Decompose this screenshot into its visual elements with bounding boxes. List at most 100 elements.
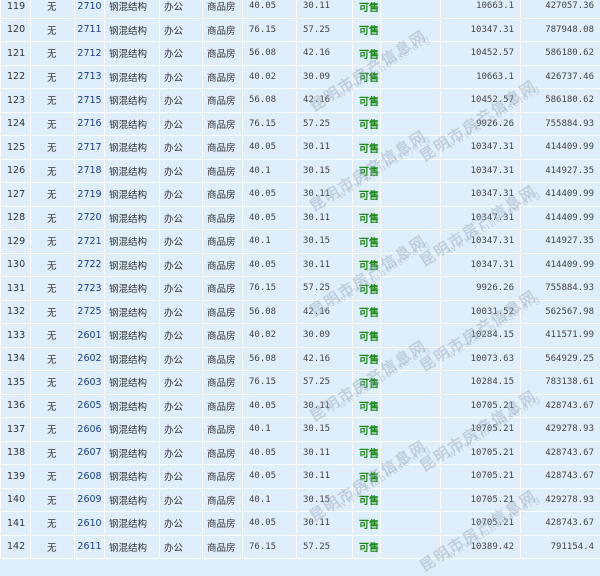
use-cell: 办公 <box>160 324 203 348</box>
room-cell: 2725 <box>75 300 105 324</box>
build-area-cell: 40.05 <box>243 136 297 160</box>
use-cell: 办公 <box>160 253 203 277</box>
inner-area-cell: 30.11 <box>297 394 353 418</box>
room-number-link[interactable]: 2722 <box>77 259 101 270</box>
room-cell: 2713 <box>75 65 105 89</box>
structure-cell: 钢混结构 <box>105 347 160 371</box>
seq-cell: 142 <box>1 535 31 559</box>
room-number-link[interactable]: 2605 <box>77 400 101 411</box>
room-number-link[interactable]: 2602 <box>77 353 101 364</box>
house-type-cell: 商品房 <box>203 324 243 348</box>
room-number-link[interactable]: 2611 <box>77 541 101 552</box>
sale-status-cell: 可售 <box>353 136 381 160</box>
house-type-cell: 商品房 <box>203 300 243 324</box>
room-number-link[interactable]: 2721 <box>77 236 101 247</box>
build-area-cell: 40.1 <box>243 230 297 254</box>
unit-price-cell: 10347.31 <box>441 159 521 183</box>
house-type-cell: 商品房 <box>203 488 243 512</box>
use-cell: 办公 <box>160 441 203 465</box>
room-number-link[interactable]: 2725 <box>77 306 101 317</box>
table-row: 121无2712钢混结构办公商品房56.0842.16可售10452.57586… <box>1 42 600 66</box>
structure-cell: 钢混结构 <box>105 441 160 465</box>
seq-cell: 135 <box>1 371 31 395</box>
room-number-link[interactable]: 2717 <box>77 142 101 153</box>
house-type-cell: 商品房 <box>203 253 243 277</box>
room-number-link[interactable]: 2713 <box>77 71 101 82</box>
sale-status-cell: 可售 <box>353 347 381 371</box>
house-type-cell: 商品房 <box>203 371 243 395</box>
room-number-link[interactable]: 2712 <box>77 48 101 59</box>
room-number-link[interactable]: 2719 <box>77 189 101 200</box>
use-cell: 办公 <box>160 300 203 324</box>
table-row: 119无2710钢混结构办公商品房40.0530.11可售10663.14270… <box>1 0 600 18</box>
build-area-cell: 56.08 <box>243 42 297 66</box>
room-number-link[interactable]: 2718 <box>77 165 101 176</box>
structure-cell: 钢混结构 <box>105 488 160 512</box>
seq-cell: 131 <box>1 277 31 301</box>
layer-cell: 无 <box>31 512 75 536</box>
structure-cell: 钢混结构 <box>105 371 160 395</box>
layer-cell: 无 <box>31 253 75 277</box>
room-cell: 2719 <box>75 183 105 207</box>
room-number-link[interactable]: 2710 <box>77 1 101 12</box>
build-area-cell: 40.05 <box>243 206 297 230</box>
house-type-cell: 商品房 <box>203 0 243 18</box>
house-type-cell: 商品房 <box>203 394 243 418</box>
room-number-link[interactable]: 2608 <box>77 471 101 482</box>
room-number-link[interactable]: 2715 <box>77 95 101 106</box>
room-number-link[interactable]: 2610 <box>77 518 101 529</box>
seq-cell: 136 <box>1 394 31 418</box>
layer-cell: 无 <box>31 300 75 324</box>
house-type-cell: 商品房 <box>203 277 243 301</box>
seq-cell: 127 <box>1 183 31 207</box>
unit-price-cell: 10452.57 <box>441 42 521 66</box>
room-number-link[interactable]: 2609 <box>77 494 101 505</box>
table-row: 139无2608钢混结构办公商品房40.0530.11可售10705.21428… <box>1 465 600 489</box>
seq-cell: 139 <box>1 465 31 489</box>
inner-area-cell: 30.09 <box>297 65 353 89</box>
room-cell: 2717 <box>75 136 105 160</box>
sale-status-cell: 可售 <box>353 206 381 230</box>
room-number-link[interactable]: 2720 <box>77 212 101 223</box>
sale-status-cell: 可售 <box>353 18 381 42</box>
room-number-link[interactable]: 2607 <box>77 447 101 458</box>
layer-cell: 无 <box>31 441 75 465</box>
layer-cell: 无 <box>31 347 75 371</box>
seq-cell: 129 <box>1 230 31 254</box>
table-row: 126无2718钢混结构办公商品房40.130.15可售10347.314149… <box>1 159 600 183</box>
room-cell: 2602 <box>75 347 105 371</box>
inner-area-cell: 30.15 <box>297 159 353 183</box>
blank-cell <box>381 394 441 418</box>
room-list-table: 119无2710钢混结构办公商品房40.0530.11可售10663.14270… <box>0 0 600 559</box>
total-price-cell: 414409.99 <box>521 136 600 160</box>
layer-cell: 无 <box>31 136 75 160</box>
seq-cell: 130 <box>1 253 31 277</box>
layer-cell: 无 <box>31 42 75 66</box>
seq-cell: 134 <box>1 347 31 371</box>
structure-cell: 钢混结构 <box>105 512 160 536</box>
room-number-link[interactable]: 2723 <box>77 283 101 294</box>
layer-cell: 无 <box>31 159 75 183</box>
sale-status-cell: 可售 <box>353 89 381 113</box>
layer-cell: 无 <box>31 206 75 230</box>
sale-status-cell: 可售 <box>353 159 381 183</box>
table-row: 133无2601钢混结构办公商品房40.0230.09可售10284.15411… <box>1 324 600 348</box>
blank-cell <box>381 418 441 442</box>
structure-cell: 钢混结构 <box>105 535 160 559</box>
build-area-cell: 40.02 <box>243 324 297 348</box>
layer-cell: 无 <box>31 230 75 254</box>
inner-area-cell: 42.16 <box>297 42 353 66</box>
sale-status-cell: 可售 <box>353 535 381 559</box>
room-number-link[interactable]: 2716 <box>77 118 101 129</box>
build-area-cell: 40.05 <box>243 0 297 18</box>
room-number-link[interactable]: 2711 <box>77 24 101 35</box>
room-number-link[interactable]: 2603 <box>77 377 101 388</box>
room-number-link[interactable]: 2601 <box>77 330 101 341</box>
house-type-cell: 商品房 <box>203 347 243 371</box>
seq-cell: 124 <box>1 112 31 136</box>
inner-area-cell: 42.16 <box>297 347 353 371</box>
structure-cell: 钢混结构 <box>105 65 160 89</box>
room-number-link[interactable]: 2606 <box>77 424 101 435</box>
table-row: 132无2725钢混结构办公商品房56.0842.16可售10031.52562… <box>1 300 600 324</box>
seq-cell: 138 <box>1 441 31 465</box>
